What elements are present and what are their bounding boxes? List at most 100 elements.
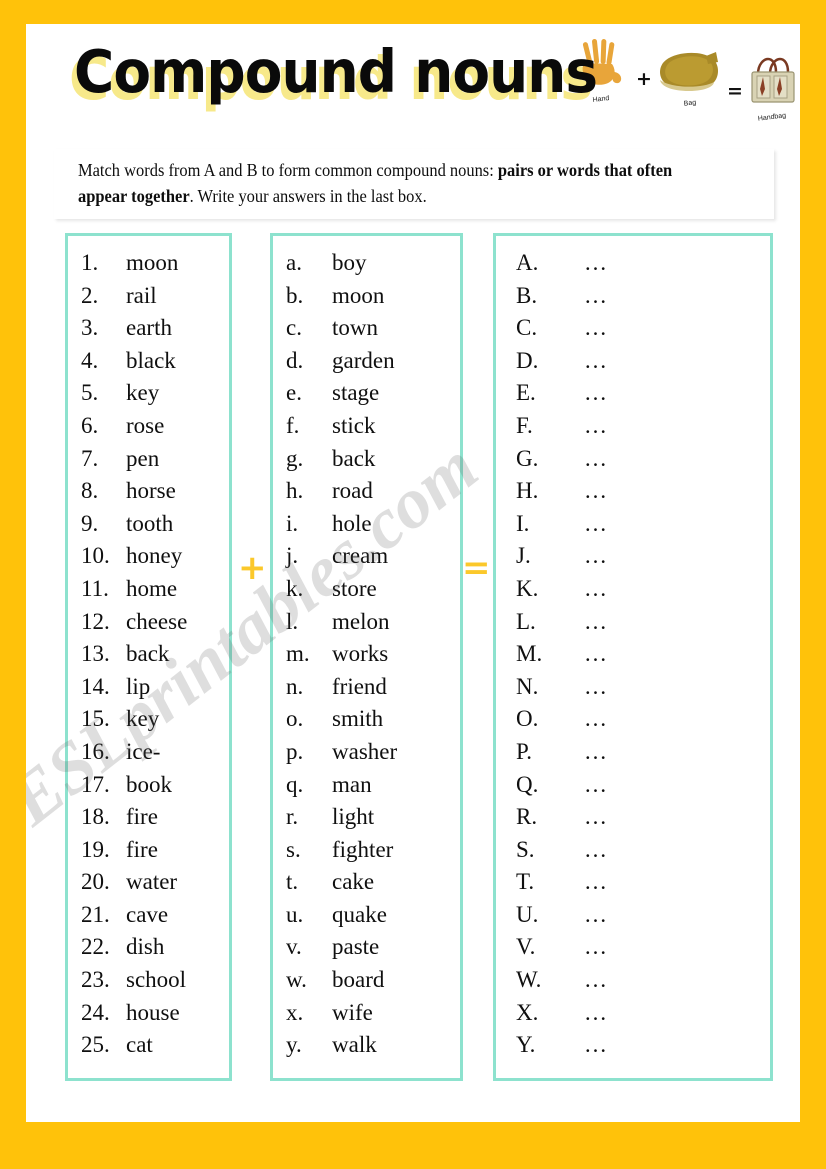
list-item-word: moon xyxy=(126,250,179,275)
list-item[interactable]: X.… xyxy=(496,1000,770,1033)
list-item[interactable]: S. … xyxy=(496,837,770,870)
page-title: Compound nouns Compound nouns xyxy=(69,36,598,116)
list-item[interactable]: W.… xyxy=(496,967,770,1000)
list-item-marker: K. xyxy=(516,575,539,601)
answer-blank[interactable]: … xyxy=(584,446,609,472)
list-item[interactable]: K. … xyxy=(496,576,770,609)
list-item-marker: G. xyxy=(516,445,539,471)
list-item-marker: E. xyxy=(516,380,536,406)
list-item: 1. moon xyxy=(68,250,229,283)
list-item: 13. back xyxy=(68,641,229,674)
list-item-marker: 20. xyxy=(81,869,110,895)
list-item-marker: w. xyxy=(286,967,307,993)
list-item: 2. rail xyxy=(68,283,229,316)
answer-blank[interactable]: … xyxy=(584,348,609,374)
answer-blank[interactable]: … xyxy=(584,283,609,309)
list-item-word: home xyxy=(126,575,178,601)
list-item-marker: r. xyxy=(286,804,299,830)
list-item[interactable]: B.… xyxy=(496,283,770,316)
list-item[interactable]: P.… xyxy=(496,739,770,772)
answer-blank[interactable]: … xyxy=(584,934,609,960)
answer-blank[interactable]: … xyxy=(584,315,609,341)
answer-blank[interactable]: … xyxy=(584,413,609,439)
list-item-word: stage xyxy=(332,380,380,406)
answer-blank[interactable]: … xyxy=(584,478,609,504)
list-item[interactable]: A.… xyxy=(496,250,770,283)
list-item-word: rose xyxy=(126,412,165,438)
list-item[interactable]: F. … xyxy=(496,413,770,446)
answer-blank[interactable]: … xyxy=(584,837,609,863)
list-item-marker: 3. xyxy=(81,315,99,341)
list-item[interactable]: T.… xyxy=(496,869,770,902)
list-item-marker: n. xyxy=(286,673,304,699)
answer-blank[interactable]: … xyxy=(584,609,609,635)
list-item[interactable]: D.… xyxy=(496,348,770,381)
list-item-word: melon xyxy=(332,608,390,634)
list-item[interactable]: C.… xyxy=(496,315,770,348)
list-item-marker: b. xyxy=(286,282,304,308)
list-item: 15. key xyxy=(68,706,229,739)
worksheet-sheet: Compound nouns Compound nouns Hand + Bag… xyxy=(26,24,800,1122)
list-item-word: pen xyxy=(126,445,160,471)
list-item[interactable]: J.… xyxy=(496,543,770,576)
list-item-marker: 12. xyxy=(81,608,110,634)
list-item[interactable]: O. … xyxy=(496,706,770,739)
list-item-marker: S. xyxy=(516,836,535,862)
answer-blank[interactable]: … xyxy=(584,641,609,667)
list-item[interactable]: Q.… xyxy=(496,772,770,805)
list-item-marker: 14. xyxy=(81,673,110,699)
answer-blank[interactable]: … xyxy=(584,511,609,537)
list-item-word: walk xyxy=(332,1032,377,1058)
worksheet-header: Compound nouns Compound nouns Hand + Bag… xyxy=(26,24,800,137)
list-item-marker: 9. xyxy=(81,510,99,536)
list-item-word: boy xyxy=(332,250,367,275)
header-plus-icon: + xyxy=(636,68,652,90)
answer-blank[interactable]: … xyxy=(584,706,609,732)
list-item-marker: F. xyxy=(516,412,533,438)
answer-blank[interactable]: … xyxy=(584,674,609,700)
list-item[interactable]: V.… xyxy=(496,934,770,967)
answer-blank[interactable]: … xyxy=(584,380,609,406)
list-item[interactable]: U.… xyxy=(496,902,770,935)
header-equation-illustration: Hand + Bag = Handbag xyxy=(574,32,795,132)
answer-blank[interactable]: … xyxy=(584,250,609,276)
list-item-marker: a. xyxy=(286,250,302,275)
answer-blank[interactable]: … xyxy=(584,772,609,798)
list-item-word: cheese xyxy=(126,608,188,634)
list-item[interactable]: I.… xyxy=(496,511,770,544)
list-item-marker: 23. xyxy=(81,967,110,993)
answer-blank[interactable]: … xyxy=(584,804,609,830)
list-item[interactable]: M.… xyxy=(496,641,770,674)
list-item[interactable]: G. … xyxy=(496,446,770,479)
list-item-word: horse xyxy=(126,478,176,504)
list-item[interactable]: R.… xyxy=(496,804,770,837)
list-item[interactable]: L.… xyxy=(496,609,770,642)
list-item: 12. cheese xyxy=(68,609,229,642)
list-item: m. works xyxy=(273,641,460,674)
list-item: o. smith xyxy=(273,706,460,739)
list-item: x. wife xyxy=(273,1000,460,1033)
list-item[interactable]: Y.… xyxy=(496,1032,770,1065)
column-c-box[interactable]: A.… B.… C.… D.… E.… F.… G.… H.… I.… J.… K.… L.… M.… N… xyxy=(493,233,773,1081)
list-item: 7. pen xyxy=(68,446,229,479)
list-item-marker: 2. xyxy=(81,282,99,308)
answer-blank[interactable]: … xyxy=(584,967,609,993)
list-item-word: road xyxy=(332,478,373,504)
answer-blank[interactable]: … xyxy=(584,902,609,928)
answer-blank[interactable]: … xyxy=(584,869,609,895)
list-item: l. melon xyxy=(273,609,460,642)
list-item-marker: 6. xyxy=(81,412,99,438)
list-item[interactable]: N.… xyxy=(496,674,770,707)
list-item-word: hole xyxy=(332,510,372,536)
list-item-word: light xyxy=(332,804,375,830)
list-item[interactable]: H.… xyxy=(496,478,770,511)
answer-blank[interactable]: … xyxy=(584,576,609,602)
list-item-marker: O. xyxy=(516,706,539,732)
answer-blank[interactable]: … xyxy=(584,739,609,765)
list-item[interactable]: E. … xyxy=(496,380,770,413)
answer-blank[interactable]: … xyxy=(584,543,609,569)
list-item-word: cat xyxy=(126,1032,153,1058)
list-item-word: board xyxy=(332,967,385,993)
answer-blank[interactable]: … xyxy=(584,1000,609,1026)
answer-blank[interactable]: … xyxy=(584,1032,609,1058)
